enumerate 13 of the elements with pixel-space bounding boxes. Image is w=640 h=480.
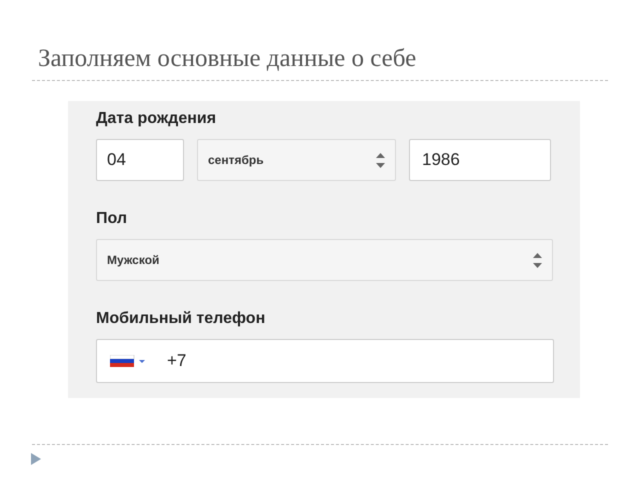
month-select[interactable]: сентябрь <box>197 139 396 181</box>
russia-flag-icon[interactable] <box>110 355 148 367</box>
select-arrows-icon <box>376 152 385 168</box>
field-label: Мобильный телефон <box>96 309 266 329</box>
bullet-triangle-icon <box>31 453 41 465</box>
year-field[interactable]: 1986 <box>409 139 551 181</box>
phone-field[interactable]: +7 <box>96 339 554 383</box>
gender-select[interactable]: Мужской <box>96 239 553 281</box>
field-label: Пол <box>96 209 128 229</box>
field-label: Дата рождения <box>96 109 218 129</box>
day-field[interactable]: 04 <box>96 139 184 181</box>
select-arrows-icon <box>533 252 542 268</box>
slide-title: Заполняем основные данные о себе <box>38 45 416 72</box>
